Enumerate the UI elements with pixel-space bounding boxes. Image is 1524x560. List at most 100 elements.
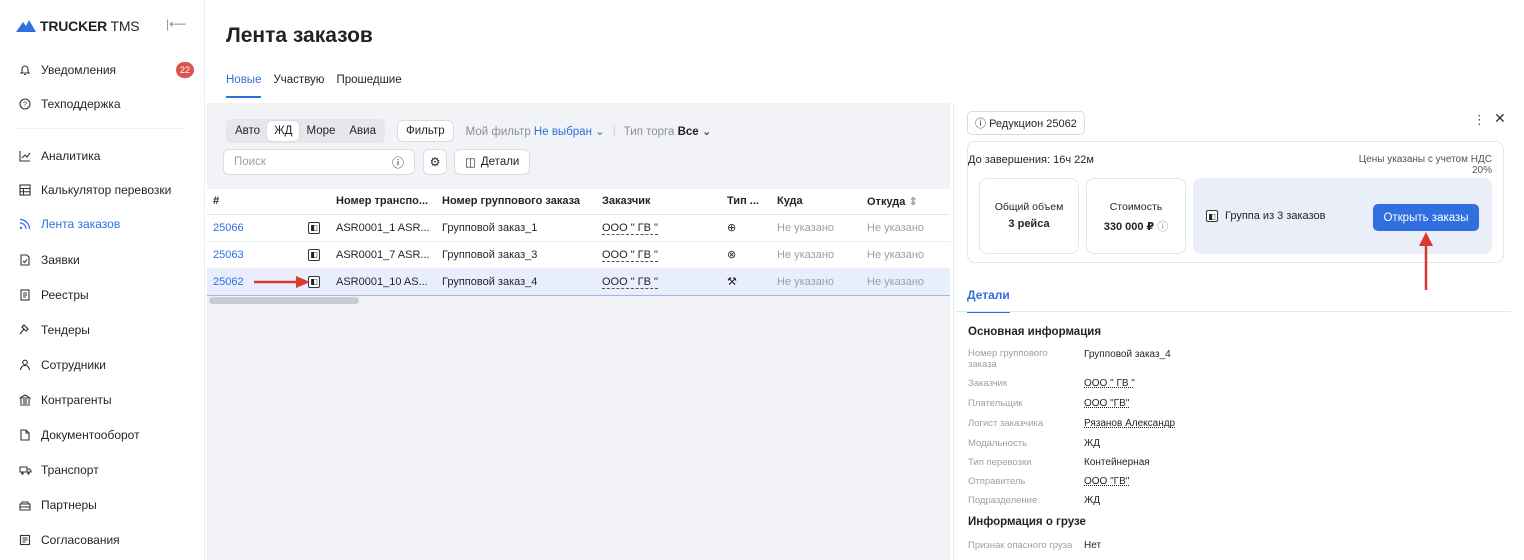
- search-field[interactable]: ⓘ: [223, 149, 415, 175]
- column-header-from[interactable]: Откуда ⇕: [861, 189, 950, 215]
- table-row[interactable]: 25063 ◧ ASR0001_7 ASR... Групповой заказ…: [207, 241, 950, 269]
- sidebar-item-registries[interactable]: Реестры: [0, 280, 205, 310]
- more-vertical-icon[interactable]: ⋮: [1473, 112, 1486, 128]
- transport-number-cell: ASR0001_10 AS...: [330, 267, 436, 296]
- tab-participating[interactable]: Участвую: [273, 74, 324, 98]
- info-icon: ⓘ: [975, 118, 986, 130]
- chevron-down-icon: ⌄: [595, 126, 605, 138]
- sidebar-item-order-feed[interactable]: Лента заказов: [0, 209, 205, 239]
- details-toggle-button[interactable]: ◫ Детали: [454, 149, 531, 175]
- search-plus-icon: ⊗: [721, 241, 771, 269]
- sidebar-item-transport[interactable]: Транспорт: [0, 455, 205, 485]
- order-id-link[interactable]: 25063: [207, 241, 302, 269]
- group-label: ◧ Группа из 3 заказов: [1206, 210, 1325, 222]
- column-header-to[interactable]: Куда: [771, 189, 861, 215]
- sidebar-item-support[interactable]: ? Техподдержка: [0, 89, 205, 119]
- column-header-id[interactable]: #: [207, 189, 302, 215]
- section-cargo-info: Информация о грузе: [968, 516, 1086, 528]
- group-order-icon[interactable]: ◧: [302, 214, 330, 242]
- gear-icon: ⚙: [429, 155, 441, 169]
- filter-button[interactable]: Фильтр: [397, 120, 454, 142]
- field-value: Контейнерная: [1084, 457, 1150, 468]
- collapse-left-icon[interactable]: |⟵: [166, 17, 186, 31]
- handshake-icon: [18, 498, 32, 512]
- group-order-icon: ◧: [1206, 210, 1218, 222]
- mode-sea[interactable]: Море: [299, 121, 342, 141]
- sidebar-item-counterparties[interactable]: Контрагенты: [0, 385, 205, 415]
- tab-past[interactable]: Прошедшие: [336, 74, 401, 98]
- sort-icon[interactable]: ⇕: [908, 196, 917, 208]
- customer-cell: ООО " ГВ ": [596, 267, 721, 296]
- transport-mode-switch: Авто ЖД Море Авиа: [226, 119, 385, 143]
- sidebar-item-requests[interactable]: Заявки: [0, 245, 205, 275]
- feed-icon: [18, 217, 32, 231]
- deadline-text: До завершения: 16ч 22м: [968, 154, 1094, 166]
- group-order-icon[interactable]: ◧: [302, 241, 330, 269]
- group-order-cell: Групповой заказ_3: [436, 241, 596, 269]
- from-cell: Не указано: [861, 267, 950, 296]
- customer-cell: ООО " ГВ ": [596, 241, 721, 269]
- sidebar-item-employees[interactable]: Сотрудники: [0, 350, 205, 380]
- sidebar-item-calculator[interactable]: Калькулятор перевозки: [0, 175, 205, 205]
- close-icon[interactable]: ✕: [1494, 110, 1506, 127]
- mode-auto[interactable]: Авто: [228, 121, 267, 141]
- user-icon: [18, 358, 32, 372]
- cost-card: Стоимость 330 000 ₽ ⓘ: [1086, 178, 1186, 254]
- open-orders-button[interactable]: Открыть заказы: [1373, 204, 1479, 231]
- sidebar-item-partners[interactable]: Партнеры: [0, 490, 205, 520]
- info-icon[interactable]: ⓘ: [392, 154, 404, 171]
- horizontal-scrollbar[interactable]: [209, 297, 359, 304]
- sidebar-item-documents[interactable]: Документооборот: [0, 420, 205, 450]
- from-cell: Не указано: [861, 214, 950, 242]
- app-logo[interactable]: TRUCKER TMS: [16, 18, 140, 34]
- customer-cell: ООО " ГВ ": [596, 214, 721, 242]
- trade-type-dropdown[interactable]: Тип торга Все ⌄: [624, 124, 712, 138]
- table-settings-button[interactable]: ⚙: [423, 149, 447, 175]
- mode-air[interactable]: Авиа: [342, 121, 383, 141]
- chevron-down-icon: ⌄: [701, 126, 712, 138]
- sidebar-item-notifications[interactable]: Уведомления 22: [0, 55, 205, 85]
- field-value: Нет: [1084, 540, 1102, 551]
- gavel-icon: ⚒: [721, 267, 771, 296]
- field-label: Признак опасного груза: [968, 540, 1073, 551]
- sidebar-item-analytics[interactable]: Аналитика: [0, 141, 205, 171]
- field-value: ООО "ГВ": [1084, 476, 1130, 487]
- column-header-transport[interactable]: Номер транспо...: [330, 189, 436, 215]
- help-circle-icon: ?: [18, 97, 32, 111]
- field-label: Плательщик: [968, 398, 1023, 409]
- notifications-count-badge: 22: [176, 62, 194, 78]
- registry-icon: [18, 288, 32, 302]
- my-filter-dropdown[interactable]: Мой фильтр Не выбран ⌄: [466, 124, 605, 138]
- column-header-icon: [302, 189, 330, 215]
- page-title: Лента заказов: [226, 24, 373, 47]
- from-cell: Не указано: [861, 241, 950, 269]
- to-cell: Не указано: [771, 241, 861, 269]
- transport-number-cell: ASR0001_7 ASR...: [330, 241, 436, 269]
- sidebar: TRUCKER TMS |⟵ Уведомления 22 ? Техподде…: [0, 0, 205, 560]
- column-header-customer[interactable]: Заказчик: [596, 189, 721, 215]
- field-value: ООО "ГВ": [1084, 398, 1130, 409]
- order-id-link[interactable]: 25066: [207, 214, 302, 242]
- approval-icon: [18, 533, 32, 547]
- column-header-type[interactable]: Тип ...: [721, 189, 771, 215]
- mode-rail[interactable]: ЖД: [267, 121, 300, 141]
- table-header-row: # Номер транспо... Номер группового зака…: [207, 189, 950, 215]
- column-header-group-order[interactable]: Номер группового заказа: [436, 189, 596, 215]
- document-check-icon: [18, 253, 32, 267]
- table-row[interactable]: 25066 ◧ ASR0001_1 ASR... Групповой заказ…: [207, 214, 950, 242]
- tab-new[interactable]: Новые: [226, 74, 262, 98]
- field-value: ЖД: [1084, 495, 1101, 506]
- transport-number-cell: ASR0001_1 ASR...: [330, 214, 436, 242]
- sidebar-divider: [16, 128, 186, 129]
- panel-icon: ◫: [465, 157, 476, 169]
- search-input[interactable]: [234, 156, 374, 168]
- group-order-cell: Групповой заказ_1: [436, 214, 596, 242]
- table-row-selected[interactable]: 25062 ◧ ASR0001_10 AS... Групповой заказ…: [207, 267, 950, 296]
- toolbar: Авто ЖД Море Авиа Фильтр Мой фильтр Не в…: [226, 118, 712, 144]
- sidebar-item-tenders[interactable]: Тендеры: [0, 315, 205, 345]
- field-label: Заказчик: [968, 378, 1008, 389]
- tab-details[interactable]: Детали: [967, 288, 1010, 313]
- field-label: Подразделение: [968, 495, 1038, 506]
- sidebar-item-approvals[interactable]: Согласования: [0, 525, 205, 555]
- to-cell: Не указано: [771, 267, 861, 296]
